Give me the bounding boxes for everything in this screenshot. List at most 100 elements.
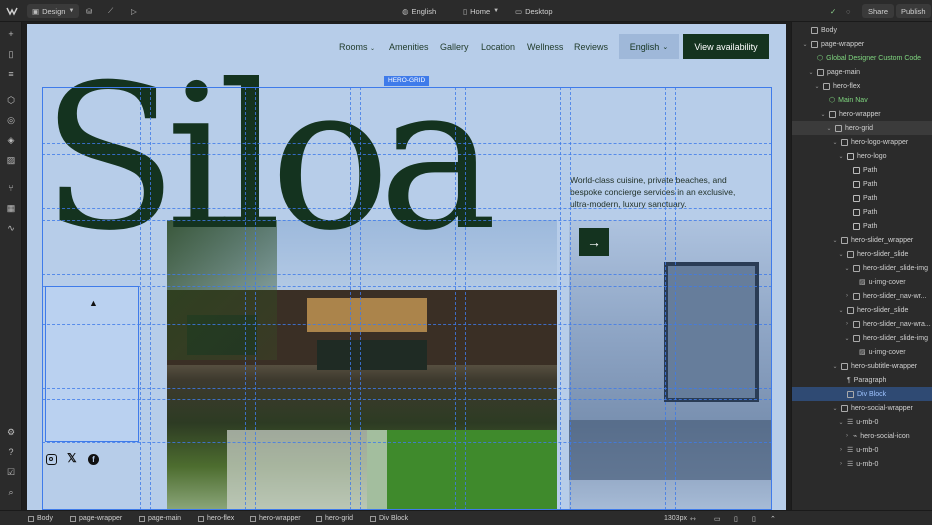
navigator-item[interactable]: Path xyxy=(792,219,932,233)
navigator-item[interactable]: Path xyxy=(792,205,932,219)
help-icon[interactable]: ? xyxy=(5,446,17,458)
comment-icon[interactable]: ◌ xyxy=(846,4,850,18)
chevron-icon[interactable]: › xyxy=(844,321,850,327)
navigator-item[interactable]: ⌄ hero-subtitle-wrapper xyxy=(792,359,932,373)
navigator-item[interactable]: ⌄ page-main xyxy=(792,65,932,79)
checklist-icon[interactable]: ☑ xyxy=(5,466,17,478)
navigator-item[interactable]: ⌄ hero-logo-wrapper xyxy=(792,135,932,149)
nav-location[interactable]: Location xyxy=(481,42,515,52)
breadcrumb-hero-grid[interactable]: hero-grid xyxy=(316,513,353,524)
chevron-icon[interactable]: › xyxy=(844,293,850,299)
navigator-item[interactable]: ⌄ ☰ u-mb-0 xyxy=(792,415,932,429)
language-label: English xyxy=(629,41,660,52)
navigator-item[interactable]: ¶ Paragraph xyxy=(792,373,932,387)
check-icon[interactable]: ✓ xyxy=(830,4,836,18)
settings-gear-icon[interactable]: ⚙ xyxy=(5,426,17,438)
breadcrumb-hero-flex[interactable]: hero-flex xyxy=(198,513,234,524)
navigator-item[interactable]: Path xyxy=(792,163,932,177)
components-icon[interactable]: ⬡ xyxy=(5,94,17,106)
navigator-item[interactable]: › ⌁ hero-social-icon xyxy=(792,429,932,443)
cms-icon[interactable]: ⛁ xyxy=(86,4,92,18)
chevron-icon[interactable]: ⌄ xyxy=(832,363,838,370)
publish-button[interactable]: Publish xyxy=(896,4,931,18)
nav-reviews[interactable]: Reviews xyxy=(574,42,608,52)
variables-icon[interactable]: ◎ xyxy=(5,114,17,126)
chevron-icon[interactable]: › xyxy=(844,433,850,439)
desktop-view-icon[interactable]: ▭ xyxy=(714,513,721,524)
pages-icon[interactable]: ▯ xyxy=(5,48,17,60)
tablet-view-icon[interactable]: ▯ xyxy=(734,513,738,524)
breadcrumb-page-main[interactable]: page-main xyxy=(139,513,181,524)
breadcrumb-body[interactable]: Body xyxy=(28,513,53,524)
navigator-item[interactable]: › hero-slider_nav-wra... xyxy=(792,317,932,331)
chevron-icon[interactable]: ⌄ xyxy=(838,307,844,314)
nav-rooms[interactable]: Rooms ⌄ xyxy=(339,42,375,52)
chevron-icon[interactable]: ⌄ xyxy=(832,139,838,146)
chevron-icon[interactable]: ⌄ xyxy=(814,83,820,90)
navigator-item[interactable]: ⌄ hero-slider_slide-img xyxy=(792,261,932,275)
chevron-icon[interactable]: ⌄ xyxy=(838,251,844,258)
page-selector[interactable]: ▯ Home ▼ xyxy=(463,4,499,18)
analytics-icon[interactable]: ⟋ xyxy=(108,4,113,18)
chevron-icon[interactable]: ⌄ xyxy=(832,237,838,244)
navigator-item[interactable]: ⬡ Main Nav xyxy=(792,93,932,107)
navigator-item[interactable]: ⌄ hero-wrapper xyxy=(792,107,932,121)
navigator-item[interactable]: › hero-slider_nav-wr... xyxy=(792,289,932,303)
mobile-view-icon[interactable]: ▯ xyxy=(752,513,756,524)
navigator-item[interactable]: ⌄ hero-slider_slide xyxy=(792,247,932,261)
chevron-icon[interactable]: ⌄ xyxy=(832,405,838,412)
breadcrumb-hero-wrapper[interactable]: hero-wrapper xyxy=(250,513,301,524)
nav-amenities[interactable]: Amenities xyxy=(389,42,429,52)
apps-icon[interactable]: ▦ xyxy=(5,202,17,214)
navigator-item[interactable]: ⌄ hero-slider_wrapper xyxy=(792,233,932,247)
audit-icon[interactable]: ∿ xyxy=(5,222,17,234)
chevron-icon[interactable]: › xyxy=(838,447,844,453)
language-selector[interactable]: English ⌄ xyxy=(619,34,679,59)
locale-selector[interactable]: ◍ English xyxy=(402,4,436,18)
breakpoint-selector[interactable]: ▭ Desktop xyxy=(515,4,553,18)
navigator-item[interactable]: › ☰ u-mb-0 xyxy=(792,443,932,457)
chevron-icon[interactable]: ⌄ xyxy=(838,419,844,426)
navigator-icon[interactable]: ≡ xyxy=(5,68,17,80)
chevron-icon[interactable]: ⌄ xyxy=(820,111,826,118)
navigator-item[interactable]: Path xyxy=(792,177,932,191)
search-icon[interactable]: ⌕ xyxy=(5,486,17,498)
chevron-icon[interactable]: ⌄ xyxy=(844,335,850,342)
view-availability-button[interactable]: View availability xyxy=(683,34,769,59)
navigator-item[interactable]: Div Block xyxy=(792,387,932,401)
breadcrumb-page-wrapper[interactable]: page-wrapper xyxy=(70,513,122,524)
navigator-item[interactable]: ⌄ hero-slider_slide-img xyxy=(792,331,932,345)
chevron-icon[interactable]: › xyxy=(838,461,844,467)
menu-logo-icon[interactable] xyxy=(6,4,18,18)
site-preview[interactable]: → Siloa Rooms ⌄ Amenities Gallery Locati… xyxy=(27,24,786,510)
navigator-item[interactable]: ⌄ hero-social-wrapper xyxy=(792,401,932,415)
navigator-item[interactable]: ⬡ Global Designer Custom Code xyxy=(792,51,932,65)
breadcrumb-div-block[interactable]: Div Block xyxy=(370,513,408,524)
nav-gallery[interactable]: Gallery xyxy=(440,42,469,52)
chevron-icon[interactable]: ⌄ xyxy=(838,153,844,160)
logic-icon[interactable]: ⑂ xyxy=(5,182,17,194)
share-button[interactable]: Share xyxy=(862,4,895,18)
assets-icon[interactable]: ▨ xyxy=(5,154,17,166)
navigator-item[interactable]: ⌄ page-wrapper xyxy=(792,37,932,51)
navigator-item[interactable]: Path xyxy=(792,191,932,205)
chevron-icon[interactable]: ⌄ xyxy=(826,125,832,132)
chevron-icon[interactable]: ⌄ xyxy=(802,41,808,48)
styles-icon[interactable]: ◈ xyxy=(5,134,17,146)
play-preview-icon[interactable]: ▷ xyxy=(131,4,137,18)
chevron-icon[interactable]: ⌄ xyxy=(808,69,814,76)
nav-wellness[interactable]: Wellness xyxy=(527,42,563,52)
expand-icon[interactable]: ⌃ xyxy=(770,513,776,524)
navigator-item[interactable]: ⌄ hero-logo xyxy=(792,149,932,163)
navigator-item[interactable]: ▨ u-img-cover xyxy=(792,345,932,359)
navigator-item[interactable]: ⌄ hero-grid xyxy=(792,121,932,135)
navigator-item[interactable]: › ☰ u-mb-0 xyxy=(792,457,932,471)
navigator-item[interactable]: ⌄ hero-flex xyxy=(792,79,932,93)
navigator-item[interactable]: Body xyxy=(792,23,932,37)
list-icon: ☰ xyxy=(847,461,854,468)
design-mode-dropdown[interactable]: ▣ Design ▼ xyxy=(27,4,80,18)
navigator-item[interactable]: ⌄ hero-slider_slide xyxy=(792,303,932,317)
chevron-icon[interactable]: ⌄ xyxy=(844,265,850,272)
navigator-item[interactable]: ▨ u-img-cover xyxy=(792,275,932,289)
add-icon[interactable]: + xyxy=(5,28,17,40)
